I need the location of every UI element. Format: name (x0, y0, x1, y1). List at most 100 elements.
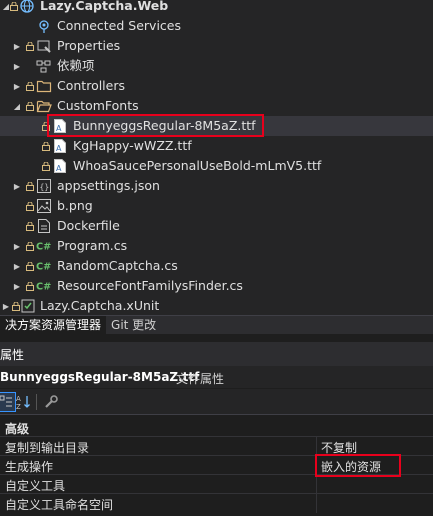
tree-item-label: Controllers (57, 78, 125, 93)
tree-item-controllers[interactable]: ▶ Controllers (0, 76, 433, 96)
tree-item-label: Properties (57, 38, 121, 53)
tree-item-b-png[interactable]: b.png (0, 196, 433, 216)
tree-item-font-whoasauce[interactable]: A WhoaSaucePersonalUseBold-mLmV5.ttf (0, 156, 433, 176)
tree-item-appsettings[interactable]: ▶ {} appsettings.json (0, 176, 433, 196)
tree-item-project-web[interactable]: ◢ Lazy.Captcha.Web (0, 0, 433, 16)
properties-toolbar: AZ (0, 389, 433, 415)
property-row-copy-to-output[interactable]: 复制到输出目录 不复制 (0, 436, 433, 456)
sort-az-icon: AZ (16, 395, 30, 410)
expand-arrow-icon[interactable]: ▶ (12, 256, 22, 276)
expand-arrow-icon[interactable]: ▶ (12, 236, 22, 256)
lock-icon (25, 196, 34, 216)
property-divider (316, 475, 317, 494)
tab-solution-explorer[interactable]: 决方案资源管理器 (0, 316, 107, 334)
toolbar-separator (36, 394, 37, 410)
property-name: 自定义工具 (5, 479, 66, 493)
tree-item-label: Program.cs (57, 238, 128, 253)
tree-item-project-xunit[interactable]: ▶ Lazy.Captcha.xUnit (0, 296, 433, 315)
connected-services-icon (36, 18, 52, 34)
lock-icon (25, 96, 34, 116)
lock-icon (25, 276, 34, 296)
svg-text:C#: C# (36, 282, 51, 293)
text-file-icon (36, 218, 52, 234)
expand-arrow-icon[interactable]: ▶ (12, 276, 22, 296)
svg-text:{}: {} (40, 183, 50, 192)
dependencies-icon (36, 58, 52, 74)
lock-icon (25, 216, 34, 236)
tree-item-label: WhoaSaucePersonalUseBold-mLmV5.ttf (73, 158, 322, 173)
font-file-icon: A (52, 138, 68, 154)
svg-text:A: A (16, 395, 21, 403)
properties-panel-header: 属性 (0, 342, 433, 366)
tree-item-label: KgHappy-wWZZ.ttf (73, 138, 192, 153)
csharp-file-icon: C# (36, 258, 52, 274)
property-name: 自定义工具命名空间 (5, 498, 114, 512)
csharp-file-icon: C# (36, 278, 52, 294)
tree-item-resourcefontfamilysfinder-cs[interactable]: ▶ C# ResourceFontFamilysFinder.cs (0, 276, 433, 296)
expand-arrow-icon[interactable]: ▶ (12, 176, 22, 196)
lock-icon (25, 236, 34, 256)
highlight-box-build-action (315, 454, 401, 477)
folder-open-icon (36, 98, 52, 114)
properties-object-selector[interactable]: BunnyeggsRegular-8M5aZ.ttf 文件属性 (0, 366, 433, 388)
tab-git-changes[interactable]: Git 更改 (106, 316, 161, 334)
tree-item-randomcaptcha-cs[interactable]: ▶ C# RandomCaptcha.cs (0, 256, 433, 276)
alphabetical-sort-button[interactable]: AZ (14, 392, 34, 412)
panel-tab-strip: 决方案资源管理器 Git 更改 (0, 315, 433, 334)
properties-object-name: BunnyeggsRegular-8M5aZ.ttf (0, 370, 200, 384)
properties-wrench-icon (36, 38, 52, 54)
tree-item-label: RandomCaptcha.cs (57, 258, 178, 273)
tree-item-dependencies[interactable]: ▶ 依赖项 (0, 56, 433, 76)
properties-panel-title: 属性 (0, 348, 25, 362)
svg-text:A: A (56, 164, 62, 173)
font-file-icon: A (52, 158, 68, 174)
json-file-icon: {} (36, 178, 52, 194)
tree-item-label: b.png (57, 198, 93, 213)
svg-text:A: A (56, 144, 62, 153)
tree-item-customfonts[interactable]: ◢ CustomFonts (0, 96, 433, 116)
lock-icon (41, 136, 50, 156)
solution-explorer-tree: ◢ Lazy.Captcha.Web Connected Services ▶ … (0, 0, 433, 315)
lock-icon (41, 156, 50, 176)
properties-grid: 高级 复制到输出目录 不复制 生成操作 嵌入的资源 自定义工具 自定义工具命名空… (0, 416, 433, 516)
properties-object-kind: 文件属性 (176, 372, 225, 386)
lock-icon (25, 36, 34, 56)
tree-item-connected-services[interactable]: Connected Services (0, 16, 433, 36)
tree-item-label: appsettings.json (57, 178, 160, 193)
collapse-arrow-icon[interactable]: ◢ (12, 96, 22, 116)
tree-item-font-kghappy[interactable]: A KgHappy-wWZZ.ttf (0, 136, 433, 156)
svg-text:Z: Z (16, 403, 21, 410)
expand-arrow-icon[interactable]: ▶ (12, 76, 22, 96)
test-project-icon (20, 298, 36, 314)
tree-item-label: Lazy.Captcha.xUnit (40, 298, 160, 313)
tree-item-label: ResourceFontFamilysFinder.cs (57, 278, 243, 293)
tree-item-label: Dockerfile (57, 218, 120, 233)
wrench-icon (45, 395, 58, 408)
property-category-label: 高级 (5, 422, 30, 436)
lock-icon (11, 296, 20, 315)
property-category-advanced[interactable]: 高级 (0, 418, 433, 436)
panel-separator (0, 334, 433, 342)
tree-item-label: Connected Services (57, 18, 181, 33)
image-file-icon (36, 198, 52, 214)
expand-arrow-icon[interactable]: ▶ (12, 36, 22, 56)
highlight-box-font-file (47, 114, 264, 137)
tree-item-program-cs[interactable]: ▶ C# Program.cs (0, 236, 433, 256)
property-pages-button[interactable] (41, 392, 61, 412)
svg-text:C#: C# (36, 242, 51, 253)
expand-arrow-icon[interactable]: ▶ (1, 296, 11, 315)
lock-icon (9, 0, 18, 16)
folder-icon (36, 78, 52, 94)
lock-icon (25, 176, 34, 196)
tree-item-properties[interactable]: ▶ Properties (0, 36, 433, 56)
categorized-icon (0, 395, 12, 407)
expand-arrow-icon[interactable]: ▶ (12, 56, 22, 76)
property-row-custom-tool-namespace[interactable]: 自定义工具命名空间 (0, 493, 433, 513)
lock-icon (25, 76, 34, 96)
tree-item-label: CustomFonts (57, 98, 139, 113)
csharp-file-icon: C# (36, 238, 52, 254)
tree-item-dockerfile[interactable]: Dockerfile (0, 216, 433, 236)
property-divider (316, 494, 317, 513)
property-name: 复制到输出目录 (5, 441, 90, 455)
property-name: 生成操作 (5, 460, 54, 474)
